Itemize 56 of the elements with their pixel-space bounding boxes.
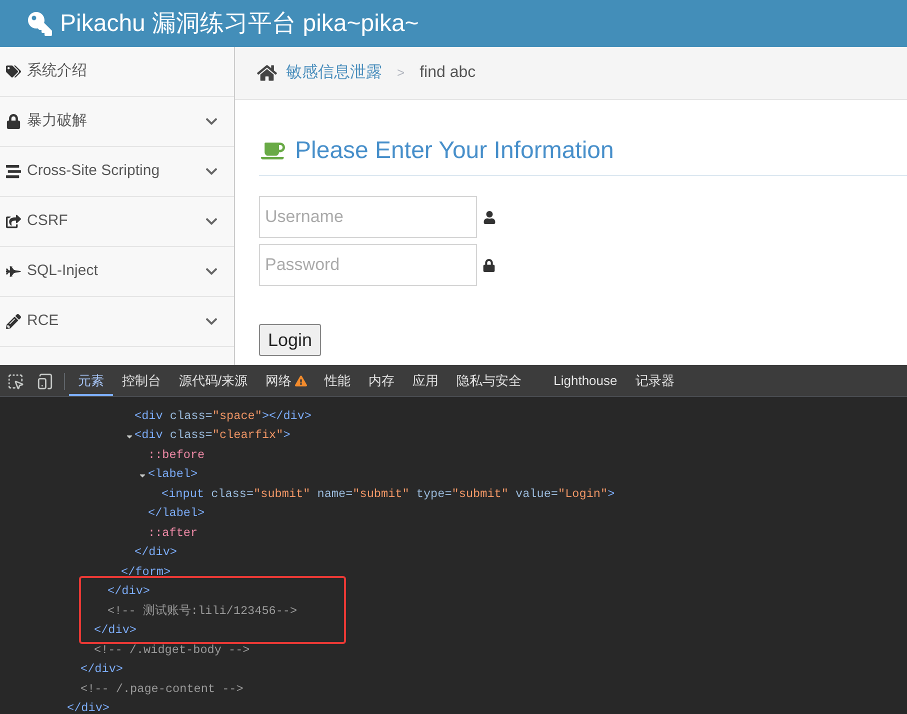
padlock-icon [6, 114, 21, 129]
device-icon[interactable] [36, 373, 54, 390]
chevron-icon [205, 115, 218, 128]
code-line[interactable]: </div> [134, 544, 177, 562]
chevron-icon [205, 315, 218, 328]
code-line[interactable]: <div class="space"></div> [134, 408, 312, 426]
sidebar-item[interactable]: 系统介绍 [0, 47, 234, 97]
pencil-icon [6, 314, 21, 329]
form-heading: Please Enter Your Information [295, 136, 614, 166]
inspect-icon[interactable] [7, 373, 24, 390]
chevron-icon [205, 165, 218, 178]
devtools-tab[interactable]: 控制台 [113, 367, 170, 396]
code-line[interactable]: ::after [148, 524, 198, 543]
code-line[interactable]: <!-- /.page-content --> [80, 680, 244, 699]
devtools-tab[interactable]: 源代码/来源 [170, 367, 257, 396]
key-icon [28, 12, 52, 36]
devtools-tab[interactable]: 元素 [69, 367, 113, 396]
chevron-icon [205, 215, 218, 228]
code-line[interactable]: <label> [148, 466, 198, 484]
jet-icon [6, 264, 21, 279]
chevron-icon [205, 265, 218, 278]
padlock-icon [483, 258, 495, 272]
devtools-tab[interactable]: 网络 [256, 367, 316, 396]
code-line[interactable]: <!-- /.widget-body --> [94, 642, 250, 660]
code-line[interactable]: <!-- 测试账号:lili/123456--> [108, 602, 298, 621]
devtools-tab[interactable]: 应用 [404, 367, 448, 396]
code-line[interactable]: </div> [108, 583, 150, 602]
breadcrumb-separator: > [397, 64, 405, 82]
site-title: Pikachu 漏洞练习平台 pika~pika~ [60, 8, 419, 38]
sidebar-item[interactable]: Cross-Site Scripting [0, 147, 234, 197]
code-line[interactable]: <div class="clearfix"> [134, 427, 290, 446]
code-line[interactable]: <input class="submit" name="submit" type="submit" value="Login"> [162, 486, 615, 504]
devtools-tab[interactable]: 隐私与安全 [448, 367, 531, 396]
code-line[interactable]: </div> [94, 622, 136, 640]
sidebar-item[interactable]: 暴力破解 [0, 97, 234, 147]
code-line[interactable]: ::before [148, 446, 205, 465]
sidebar-item[interactable]: SQL-Inject [0, 247, 234, 297]
list-icon [6, 164, 21, 179]
code-line[interactable]: </label> [148, 505, 205, 524]
tags-icon [6, 64, 21, 79]
breadcrumb-current: find abc [420, 63, 476, 83]
code-line[interactable]: </div> [80, 661, 123, 680]
code-line[interactable]: </div> [67, 700, 110, 714]
devtools-tab[interactable]: 记录器 [626, 367, 684, 396]
share-icon [6, 214, 21, 229]
devtools-tab[interactable]: 性能 [316, 367, 360, 396]
sidebar-item[interactable]: CSRF [0, 197, 234, 247]
devtools-tab[interactable]: Lighthouse [544, 367, 626, 396]
user-icon [483, 210, 496, 224]
home-icon[interactable] [257, 63, 277, 83]
username-field[interactable]: Username [259, 196, 477, 238]
coffee-cup-icon [261, 140, 285, 162]
code-line[interactable]: </form> [121, 564, 171, 582]
password-field[interactable]: Password [259, 244, 477, 286]
login-button[interactable]: Login [259, 324, 322, 356]
devtools-tab[interactable]: 内存 [360, 367, 404, 396]
